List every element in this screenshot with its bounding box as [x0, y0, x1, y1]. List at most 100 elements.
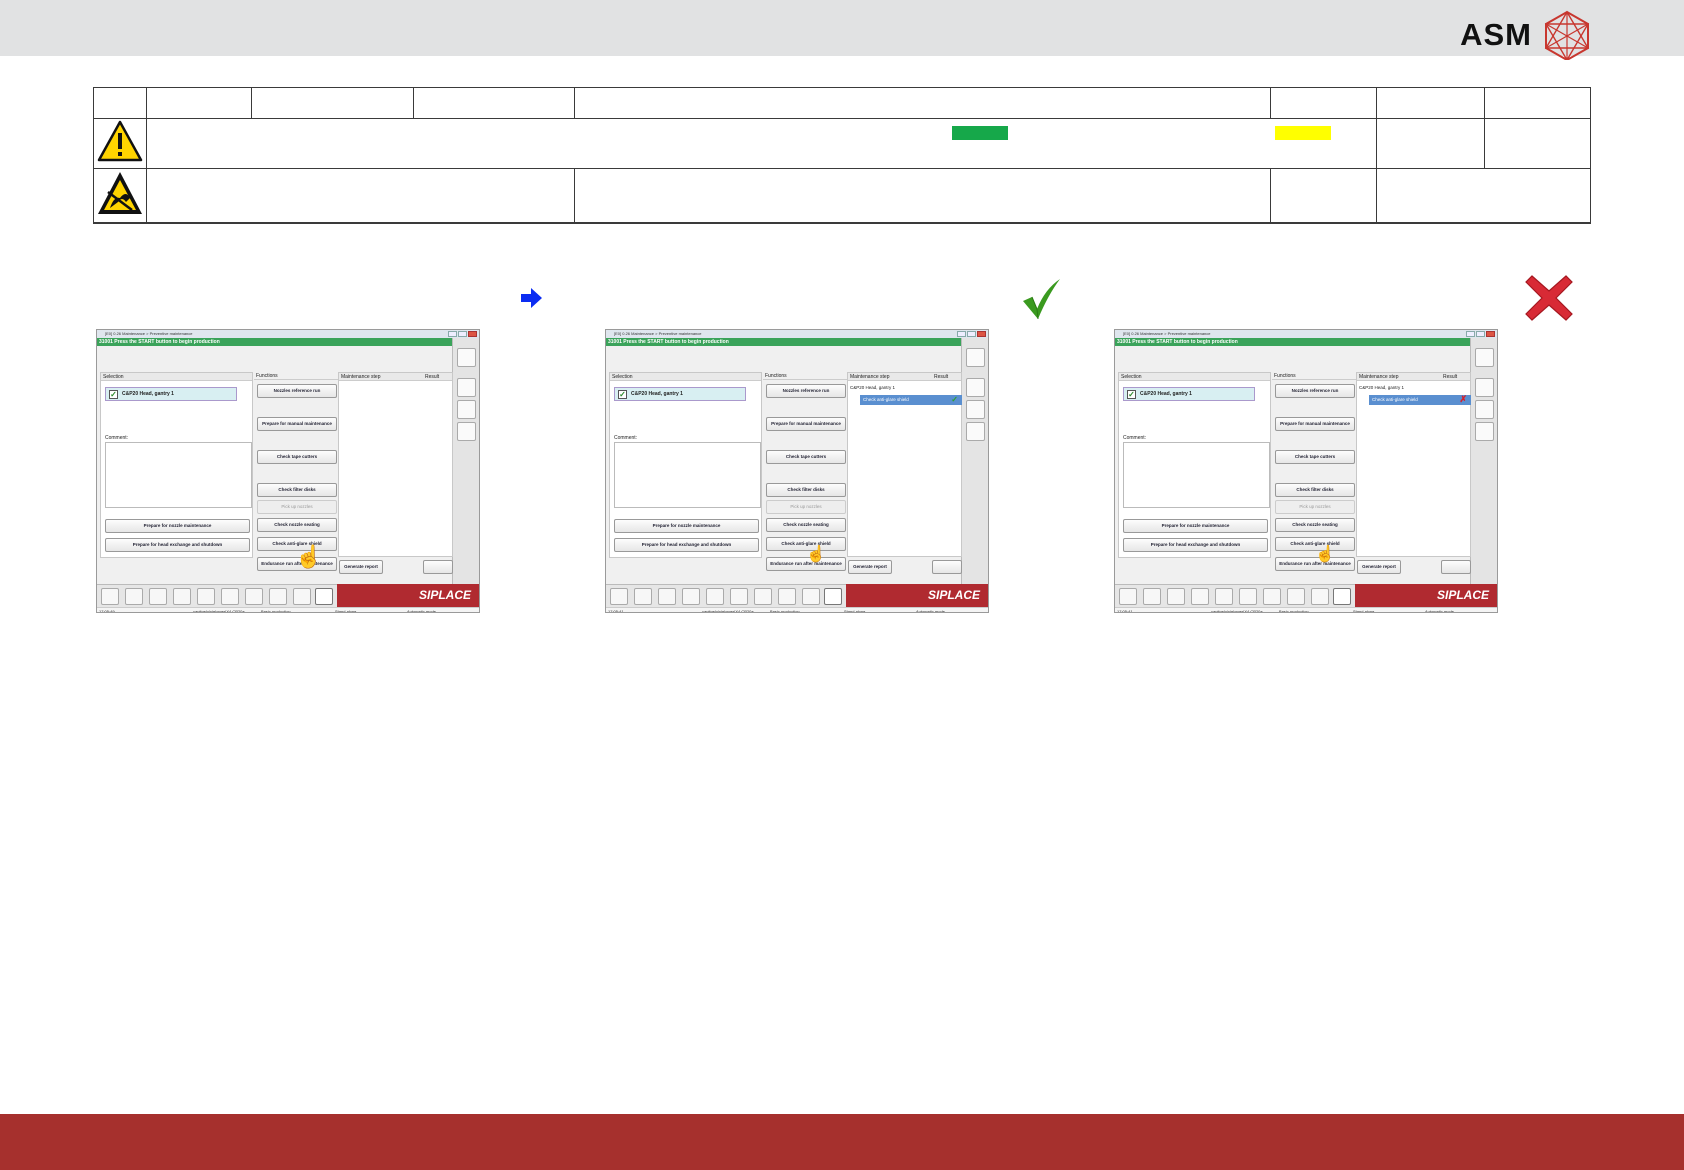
maximize-button[interactable]	[1476, 331, 1485, 337]
camera-icon[interactable]	[754, 588, 772, 605]
tools-button[interactable]	[932, 560, 962, 574]
bottom-icon-bar	[606, 584, 846, 607]
pick-up-button[interactable]: Pick up nozzles	[1275, 500, 1355, 514]
check-nozzle-seating-button[interactable]: Check nozzle seating	[1275, 518, 1355, 532]
tool-icon[interactable]	[1287, 588, 1305, 605]
functions-header: Functions	[763, 372, 847, 380]
save-icon[interactable]	[1191, 588, 1209, 605]
maintenance-icon[interactable]	[457, 378, 476, 397]
comment-field[interactable]	[1123, 442, 1270, 508]
tools-button[interactable]	[1441, 560, 1471, 574]
asm-logo-icon	[1544, 10, 1590, 60]
grid-icon[interactable]	[634, 588, 652, 605]
maintenance-step-col: Maintenance step	[850, 374, 890, 380]
minimize-button[interactable]	[1466, 331, 1475, 337]
feeder-icon[interactable]	[197, 588, 215, 605]
minimize-button[interactable]	[957, 331, 966, 337]
pick-up-button[interactable]: Pick up nozzles	[766, 500, 846, 514]
esd-warning-icon	[97, 171, 142, 214]
list-icon[interactable]	[966, 400, 985, 419]
prepare-nozzle-button[interactable]: Prepare for nozzle maintenance	[105, 519, 250, 533]
maintenance-steps-panel: Maintenance step Result C&P20 Head, gant…	[847, 372, 962, 557]
prepare-nozzle-button[interactable]: Prepare for nozzle maintenance	[614, 519, 759, 533]
settings-icon[interactable]	[457, 422, 476, 441]
selection-item[interactable]: ✓ C&P20 Head, gantry 1	[614, 387, 746, 401]
green-swatch-cell	[1376, 118, 1485, 169]
check-filter-button[interactable]: Check filter disks	[257, 483, 337, 497]
machine-icon[interactable]	[101, 588, 119, 605]
list-icon[interactable]	[1475, 400, 1494, 419]
close-button[interactable]	[468, 331, 477, 337]
maintenance-icon[interactable]	[1475, 378, 1494, 397]
prepare-manual-button[interactable]: Prepare for manual maintenance	[257, 417, 337, 431]
check-tape-button[interactable]: Check tape cutters	[766, 450, 846, 464]
camera-icon[interactable]	[245, 588, 263, 605]
gear-icon[interactable]	[293, 588, 311, 605]
prepare-manual-button[interactable]: Prepare for manual maintenance	[766, 417, 846, 431]
grid-icon[interactable]	[125, 588, 143, 605]
siplace-brand: SIPLACE	[846, 584, 988, 607]
close-button[interactable]	[977, 331, 986, 337]
maximize-button[interactable]	[967, 331, 976, 337]
prepare-head-button[interactable]: Prepare for head exchange and shutdown	[1123, 538, 1268, 552]
check-nozzle-seating-button[interactable]: Check nozzle seating	[766, 518, 846, 532]
prepare-nozzle-button[interactable]: Prepare for nozzle maintenance	[1123, 519, 1268, 533]
settings-icon[interactable]	[1475, 422, 1494, 441]
tool-icon[interactable]	[269, 588, 287, 605]
info-icon[interactable]	[1475, 348, 1494, 367]
maximize-button[interactable]	[458, 331, 467, 337]
grid-icon[interactable]	[1143, 588, 1161, 605]
info-icon[interactable]	[966, 348, 985, 367]
nozzle-reference-button[interactable]: Nozzles reference run	[257, 384, 337, 398]
maintenance-step-col: Maintenance step	[341, 374, 381, 380]
maintenance-icon[interactable]	[966, 378, 985, 397]
tool-icon[interactable]	[778, 588, 796, 605]
comment-field[interactable]	[105, 442, 252, 508]
gear-icon[interactable]	[1311, 588, 1329, 605]
generate-report-button[interactable]: Generate report	[848, 560, 892, 574]
chart-icon[interactable]	[658, 588, 676, 605]
gear-icon[interactable]	[802, 588, 820, 605]
generate-report-button[interactable]: Generate report	[1357, 560, 1401, 574]
list-icon[interactable]	[457, 400, 476, 419]
graph-icon[interactable]	[1239, 588, 1257, 605]
machine-icon[interactable]	[1119, 588, 1137, 605]
feeder-icon[interactable]	[1215, 588, 1233, 605]
check-filter-button[interactable]: Check filter disks	[766, 483, 846, 497]
save-icon[interactable]	[173, 588, 191, 605]
prepare-manual-button[interactable]: Prepare for manual maintenance	[1275, 417, 1355, 431]
nozzle-reference-button[interactable]: Nozzles reference run	[766, 384, 846, 398]
checkbox-icon: ✓	[109, 390, 118, 399]
window-title: [E0] 0.26 Maintenance > Preventive maint…	[614, 331, 702, 336]
maintenance-tab-icon[interactable]	[1333, 588, 1351, 605]
check-filter-button[interactable]: Check filter disks	[1275, 483, 1355, 497]
prepare-head-button[interactable]: Prepare for head exchange and shutdown	[105, 538, 250, 552]
minimize-button[interactable]	[448, 331, 457, 337]
graph-icon[interactable]	[221, 588, 239, 605]
settings-icon[interactable]	[966, 422, 985, 441]
check-tape-button[interactable]: Check tape cutters	[1275, 450, 1355, 464]
check-tape-button[interactable]: Check tape cutters	[257, 450, 337, 464]
camera-icon[interactable]	[1263, 588, 1281, 605]
chart-icon[interactable]	[149, 588, 167, 605]
maintenance-tab-icon[interactable]	[315, 588, 333, 605]
maintenance-step-row[interactable]: Check anti-glare shield ✓ ✗	[860, 395, 962, 405]
prepare-head-button[interactable]: Prepare for head exchange and shutdown	[614, 538, 759, 552]
selection-item[interactable]: ✓ C&P20 Head, gantry 1	[105, 387, 237, 401]
save-icon[interactable]	[682, 588, 700, 605]
nozzle-reference-button[interactable]: Nozzles reference run	[1275, 384, 1355, 398]
graph-icon[interactable]	[730, 588, 748, 605]
generate-report-button[interactable]: Generate report	[339, 560, 383, 574]
comment-field[interactable]	[614, 442, 761, 508]
close-button[interactable]	[1486, 331, 1495, 337]
machine-icon[interactable]	[610, 588, 628, 605]
feeder-icon[interactable]	[706, 588, 724, 605]
selection-item[interactable]: ✓ C&P20 Head, gantry 1	[1123, 387, 1255, 401]
maintenance-tab-icon[interactable]	[824, 588, 842, 605]
maintenance-step-row[interactable]: Check anti-glare shield ✓ ✗	[1369, 395, 1471, 405]
tools-button[interactable]	[423, 560, 453, 574]
pick-up-button[interactable]: Pick up nozzles	[257, 500, 337, 514]
info-icon[interactable]	[457, 348, 476, 367]
check-nozzle-seating-button[interactable]: Check nozzle seating	[257, 518, 337, 532]
chart-icon[interactable]	[1167, 588, 1185, 605]
